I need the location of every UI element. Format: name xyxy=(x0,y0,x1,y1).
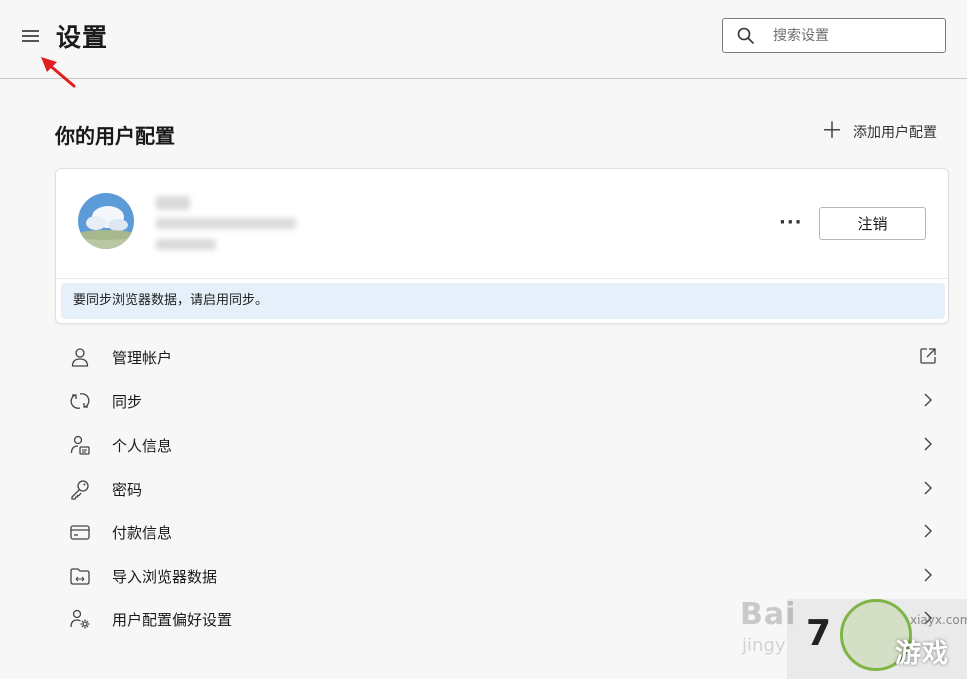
chevron-right-icon xyxy=(924,524,932,538)
list-item-label: 个人信息 xyxy=(112,437,173,455)
list-item-sync[interactable]: 同步 xyxy=(55,379,947,422)
credit-card-icon xyxy=(70,525,90,540)
sign-out-button[interactable]: 注销 xyxy=(819,207,926,240)
list-item-personal-info[interactable]: 个人信息 xyxy=(55,423,947,466)
profile-name-redacted xyxy=(156,196,190,210)
chevron-right-icon xyxy=(924,437,932,451)
profile-card: ··· 注销 要同步浏览器数据，请启用同步。 xyxy=(55,168,949,324)
chevron-right-icon xyxy=(924,611,932,625)
avatar[interactable] xyxy=(78,193,134,249)
more-options-button[interactable]: ··· xyxy=(779,212,803,233)
search-input[interactable] xyxy=(771,24,935,48)
top-bar: 设置 xyxy=(0,0,967,79)
add-profile-label: 添加用户配置 xyxy=(853,125,937,141)
search-box[interactable] xyxy=(722,18,946,53)
list-item-label: 管理帐户 xyxy=(112,349,173,367)
profile-settings-icon xyxy=(70,609,90,629)
card-divider xyxy=(56,278,948,279)
list-item-import-data[interactable]: 导入浏览器数据 xyxy=(55,554,947,597)
list-item-label: 用户配置偏好设置 xyxy=(112,611,233,629)
list-item-label: 导入浏览器数据 xyxy=(112,568,218,586)
person-icon xyxy=(71,348,89,367)
profile-email-redacted xyxy=(156,218,296,229)
personal-info-icon xyxy=(70,435,90,455)
list-item-passwords[interactable]: 密码 xyxy=(55,467,947,510)
plus-icon: ＋ xyxy=(820,119,843,144)
chevron-right-icon xyxy=(924,481,932,495)
sync-icon xyxy=(70,393,90,409)
list-item-label: 付款信息 xyxy=(112,524,173,542)
annotation-arrow-icon xyxy=(41,57,76,88)
search-icon xyxy=(737,27,754,44)
import-icon xyxy=(70,568,90,585)
hamburger-menu-icon[interactable] xyxy=(20,26,42,46)
list-item-profile-preferences[interactable]: 用户配置偏好设置 xyxy=(55,597,947,640)
section-title: 你的用户配置 xyxy=(55,124,175,148)
external-link-icon xyxy=(920,348,936,364)
list-item-manage-account[interactable]: 管理帐户 xyxy=(55,335,947,378)
profile-status-redacted xyxy=(156,239,216,250)
add-profile-button[interactable]: ＋ 添加用户配置 xyxy=(820,119,937,144)
list-item-payment-info[interactable]: 付款信息 xyxy=(55,510,947,553)
list-item-label: 同步 xyxy=(112,393,143,411)
sync-notice: 要同步浏览器数据，请启用同步。 xyxy=(61,283,945,319)
chevron-right-icon xyxy=(924,568,932,582)
list-item-label: 密码 xyxy=(112,481,143,499)
page-title: 设置 xyxy=(56,23,109,52)
key-icon xyxy=(71,480,89,500)
chevron-right-icon xyxy=(924,393,932,407)
